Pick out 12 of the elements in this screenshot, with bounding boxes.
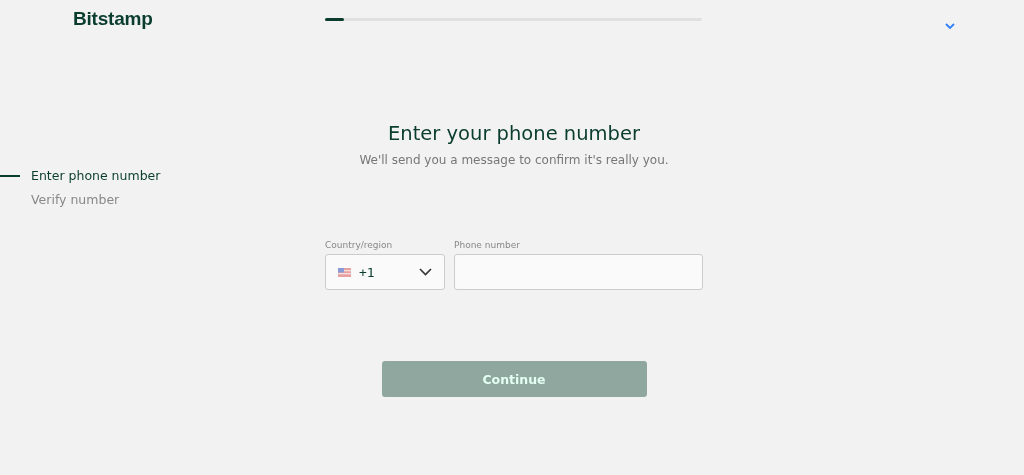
step-item: Verify number <box>31 192 120 208</box>
chevron-down-icon[interactable] <box>945 22 955 30</box>
logo[interactable]: Bitstamp <box>73 8 325 34</box>
flag-icon <box>338 267 351 277</box>
field-label: Phone number <box>454 239 521 251</box>
chevron-down-icon <box>419 268 432 276</box>
page-subtitle: We'll send you a message to confirm it's really you. <box>359 152 669 168</box>
country-select[interactable]: +1 <box>325 254 445 290</box>
page-title: Enter your phone number <box>388 122 640 146</box>
field-label: Country/region <box>325 239 394 251</box>
phone-number-field[interactable] <box>454 254 703 290</box>
step-item: Enter phone number <box>31 168 161 184</box>
